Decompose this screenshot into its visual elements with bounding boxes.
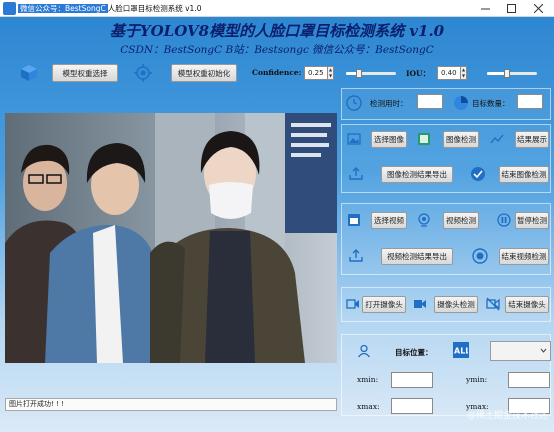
detect-video-button[interactable]: 视频检测 <box>443 212 479 229</box>
iou-slider[interactable] <box>487 69 537 78</box>
cube-icon <box>19 63 39 83</box>
target-position-label: 目标位置： <box>395 348 433 357</box>
all-icon: ALL <box>453 342 469 358</box>
pie-chart-icon <box>452 94 470 112</box>
svg-text:ALL: ALL <box>454 347 468 356</box>
target-icon <box>133 63 153 83</box>
spin-down-icon[interactable]: ▼ <box>461 73 466 79</box>
xmax-label: xmax: <box>357 402 380 411</box>
iou-label: IOU： <box>406 69 431 78</box>
xmin-field <box>391 372 433 388</box>
xmax-field <box>391 398 433 414</box>
confidence-label: Confidence: <box>252 68 302 77</box>
camera-icon <box>345 296 361 312</box>
close-camera-button[interactable]: 结束摄像头 <box>505 296 549 313</box>
confidence-slider[interactable] <box>346 69 396 78</box>
maximize-button[interactable] <box>498 0 524 17</box>
video-camera-icon <box>412 296 428 312</box>
minimize-icon <box>480 8 490 10</box>
user-location-icon <box>356 343 372 359</box>
camera-detect-button[interactable]: 摄像头检测 <box>434 296 478 313</box>
window-title: 微信公众号：BestSongC 人脸口罩目标检测系统 v1.0 <box>18 2 201 15</box>
target-count-value <box>517 94 543 109</box>
xmin-label: xmin: <box>357 375 379 384</box>
clock-icon <box>345 94 363 112</box>
stop-circle-icon <box>471 247 489 265</box>
close-button[interactable] <box>525 0 551 17</box>
chevron-down-icon[interactable] <box>540 347 547 357</box>
image-detect-icon <box>416 131 432 147</box>
line-chart-icon <box>489 131 505 147</box>
show-result-button[interactable]: 结果展示 <box>515 131 549 148</box>
init-weights-button[interactable]: 模型权重初始化 <box>171 64 237 82</box>
window-title-prefix: 微信公众号：BestSongC <box>18 4 108 13</box>
page-title: 基于YOLOV8模型的人脸口罩目标检测系统 v1.0 <box>109 22 445 40</box>
select-video-button[interactable]: 选择视频 <box>371 212 407 229</box>
ymin-label: ymin: <box>466 375 488 384</box>
detect-image-button[interactable]: 图像检测 <box>443 131 479 148</box>
check-circle-icon <box>469 165 487 183</box>
minimize-button[interactable] <box>472 0 498 17</box>
end-video-detect-button[interactable]: 结束视频检测 <box>499 248 549 265</box>
confidence-stepper[interactable]: ▲ ▼ <box>327 66 334 80</box>
page-subtitle: CSDN：BestSongC B站：Bestsongc 微信公众号：BestSo… <box>120 44 434 56</box>
video-export-icon <box>347 248 365 264</box>
export-icon <box>347 166 365 182</box>
image-icon <box>346 131 362 147</box>
window-title-suffix: 人脸口罩目标检测系统 v1.0 <box>107 4 202 13</box>
maximize-icon <box>506 4 516 13</box>
select-weights-button[interactable]: 模型权重选择 <box>52 64 118 82</box>
image-display <box>5 113 337 363</box>
video-icon <box>346 212 362 228</box>
end-image-detect-button[interactable]: 结束图像检测 <box>499 166 549 183</box>
export-video-result-button[interactable]: 视频检测结果导出 <box>381 248 453 265</box>
detect-time-label: 检测用时： <box>370 99 408 108</box>
detect-time-value <box>417 94 443 109</box>
watermark: @稀土掘金技术社区 <box>466 411 548 421</box>
app-icon <box>3 2 16 15</box>
spin-down-icon[interactable]: ▼ <box>328 73 333 79</box>
close-icon <box>533 4 543 13</box>
window-titlebar: 微信公众号：BestSongC 人脸口罩目标检测系统 v1.0 <box>0 0 554 17</box>
pause-detect-button[interactable]: 暂停检测 <box>515 212 549 229</box>
ymin-field <box>508 372 550 388</box>
open-camera-button[interactable]: 打开摄像头 <box>362 296 406 313</box>
confidence-slider-handle[interactable] <box>356 69 362 78</box>
iou-stepper[interactable]: ▲ ▼ <box>460 66 467 80</box>
webcam-icon <box>416 212 432 228</box>
iou-slider-handle[interactable] <box>504 69 510 78</box>
target-select[interactable] <box>490 341 551 361</box>
camera-off-icon <box>485 296 501 312</box>
target-count-label: 目标数量： <box>472 99 510 108</box>
select-image-button[interactable]: 选择图像 <box>371 131 407 148</box>
export-image-result-button[interactable]: 图像检测结果导出 <box>381 166 453 183</box>
status-bar: 图片打开成功! ! ! <box>5 398 337 411</box>
detection-image <box>5 113 337 363</box>
pause-icon <box>496 212 512 228</box>
